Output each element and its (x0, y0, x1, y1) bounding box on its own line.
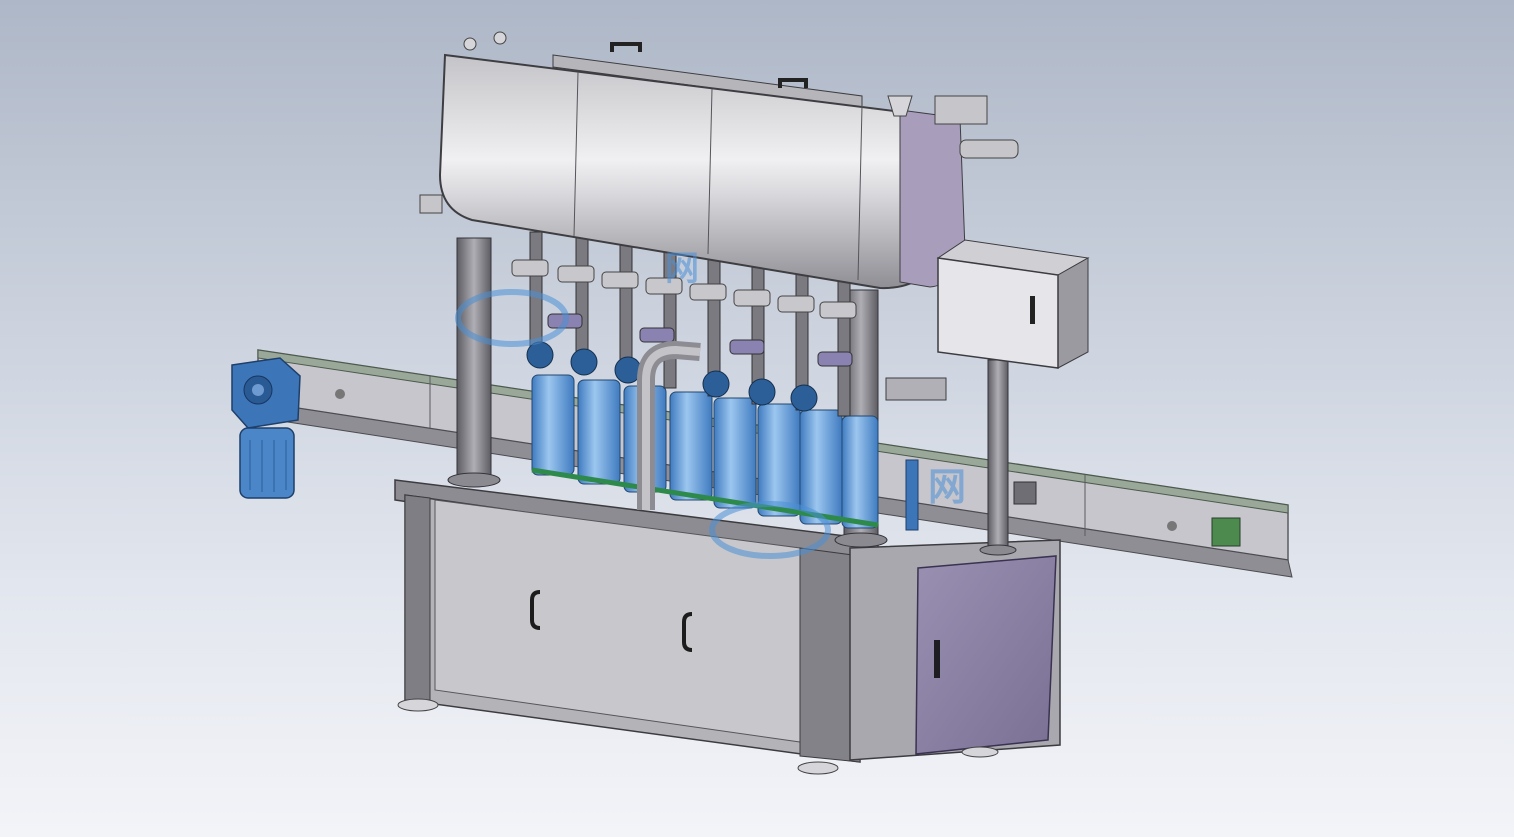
piston-cylinder (531, 374, 575, 476)
lid-handle[interactable] (610, 42, 642, 52)
piston-cylinder (713, 397, 757, 509)
watermark-text: 网 (665, 249, 699, 289)
machine-drawing: 网 网 (231, 31, 1293, 775)
conveyor-bolt (335, 389, 345, 399)
watermark-text: 网 (928, 465, 966, 509)
piston-cylinder (757, 403, 801, 517)
hopper-tank (419, 31, 1019, 294)
piston-cylinder (669, 391, 713, 501)
piston-cylinder (577, 379, 621, 485)
cabinet-handle[interactable] (934, 640, 940, 678)
piston-cylinder (841, 415, 879, 529)
conveyor-end-plate (1211, 517, 1241, 547)
inlet-fitting (959, 139, 1019, 159)
cad-viewport[interactable]: 网 网 (0, 0, 1514, 837)
leveling-foot (797, 761, 839, 775)
conveyor-bolt (1167, 521, 1177, 531)
control-box-latch[interactable] (1030, 296, 1035, 324)
gear-motor (231, 357, 301, 499)
leveling-foot (397, 698, 439, 712)
control-box (936, 239, 1090, 369)
electrical-cabinet (849, 539, 1061, 761)
